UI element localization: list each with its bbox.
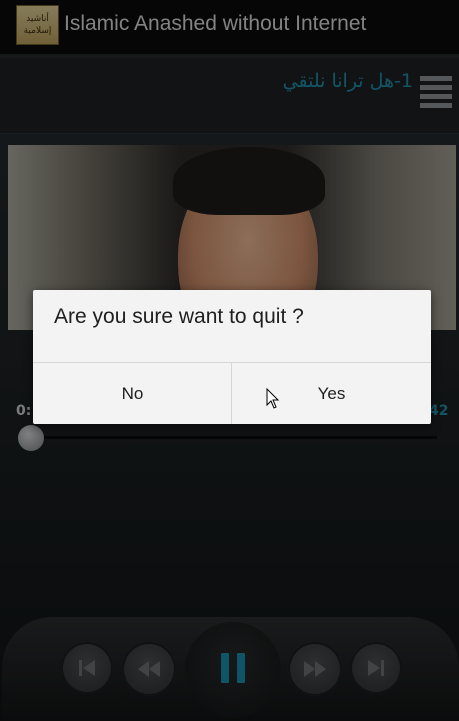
mouse-pointer-icon [266, 388, 280, 409]
quit-dialog: Are you sure want to quit ? No Yes [33, 290, 431, 424]
no-button[interactable]: No [33, 363, 232, 424]
dialog-message: Are you sure want to quit ? [54, 305, 304, 328]
yes-button[interactable]: Yes [232, 363, 431, 424]
